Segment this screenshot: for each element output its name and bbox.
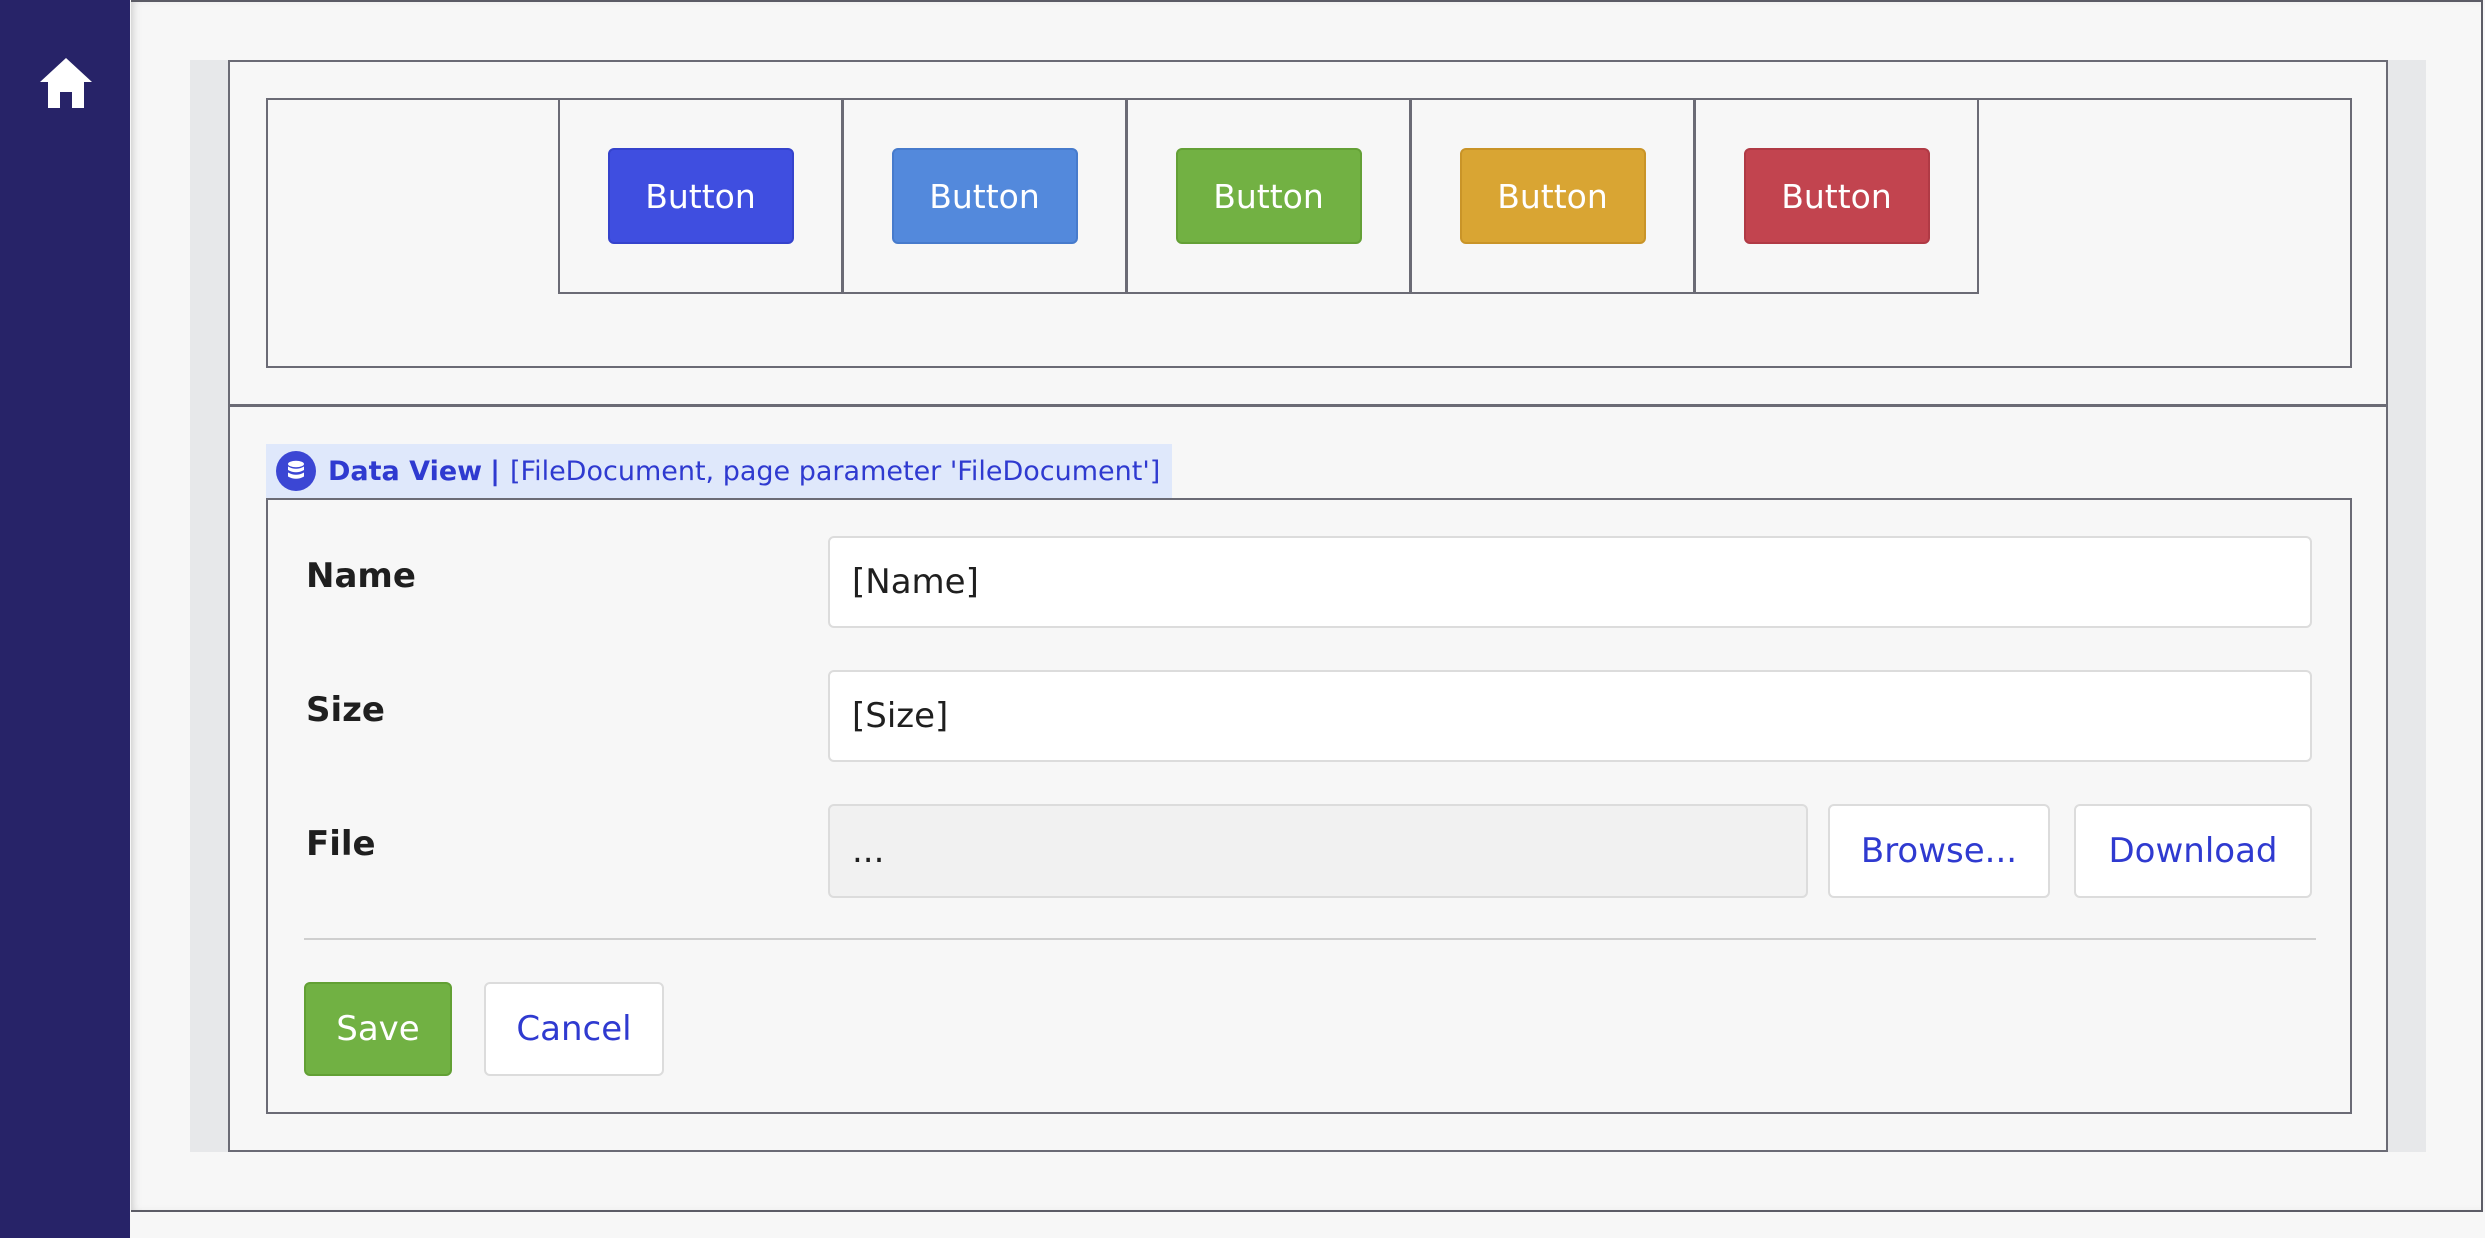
database-icon (276, 451, 316, 491)
layout-box: Button Button Button Button Button Data … (228, 60, 2388, 1152)
save-button[interactable]: Save (304, 982, 452, 1076)
file-label: File (306, 824, 376, 864)
button-cell: Button (842, 98, 1127, 294)
button-cell: Button (1126, 98, 1411, 294)
button-cell: Button (558, 98, 843, 294)
sidebar (0, 0, 130, 1238)
danger-button[interactable]: Button (1743, 148, 1930, 244)
name-input[interactable]: [Name] (828, 536, 2312, 628)
data-view-label: Data View | [FileDocument, page paramete… (266, 444, 1173, 498)
name-label: Name (306, 556, 416, 596)
size-label: Size (306, 690, 385, 730)
size-input[interactable]: [Size] (828, 670, 2312, 762)
browse-button[interactable]: Browse... (1828, 804, 2050, 898)
button-cell: Button (1694, 98, 1979, 294)
warning-button[interactable]: Button (1459, 148, 1646, 244)
data-view-separator: | (490, 455, 500, 487)
data-view-source: [FileDocument, page parameter 'FileDocum… (509, 455, 1161, 487)
button-cell: Button (1410, 98, 1695, 294)
file-input[interactable]: ... (828, 804, 1808, 898)
home-icon[interactable] (38, 56, 94, 110)
download-button[interactable]: Download (2074, 804, 2312, 898)
data-view-title: Data View (328, 455, 483, 487)
cancel-button[interactable]: Cancel (484, 982, 664, 1076)
form-divider (304, 938, 2316, 940)
data-view: Name [Name] Size [Size] File ... Browse.… (266, 498, 2352, 1114)
primary-button[interactable]: Button (607, 148, 794, 244)
row-divider (230, 404, 2386, 407)
success-button[interactable]: Button (1175, 148, 1362, 244)
info-button[interactable]: Button (891, 148, 1078, 244)
button-row: Button Button Button Button Button (558, 98, 1979, 294)
